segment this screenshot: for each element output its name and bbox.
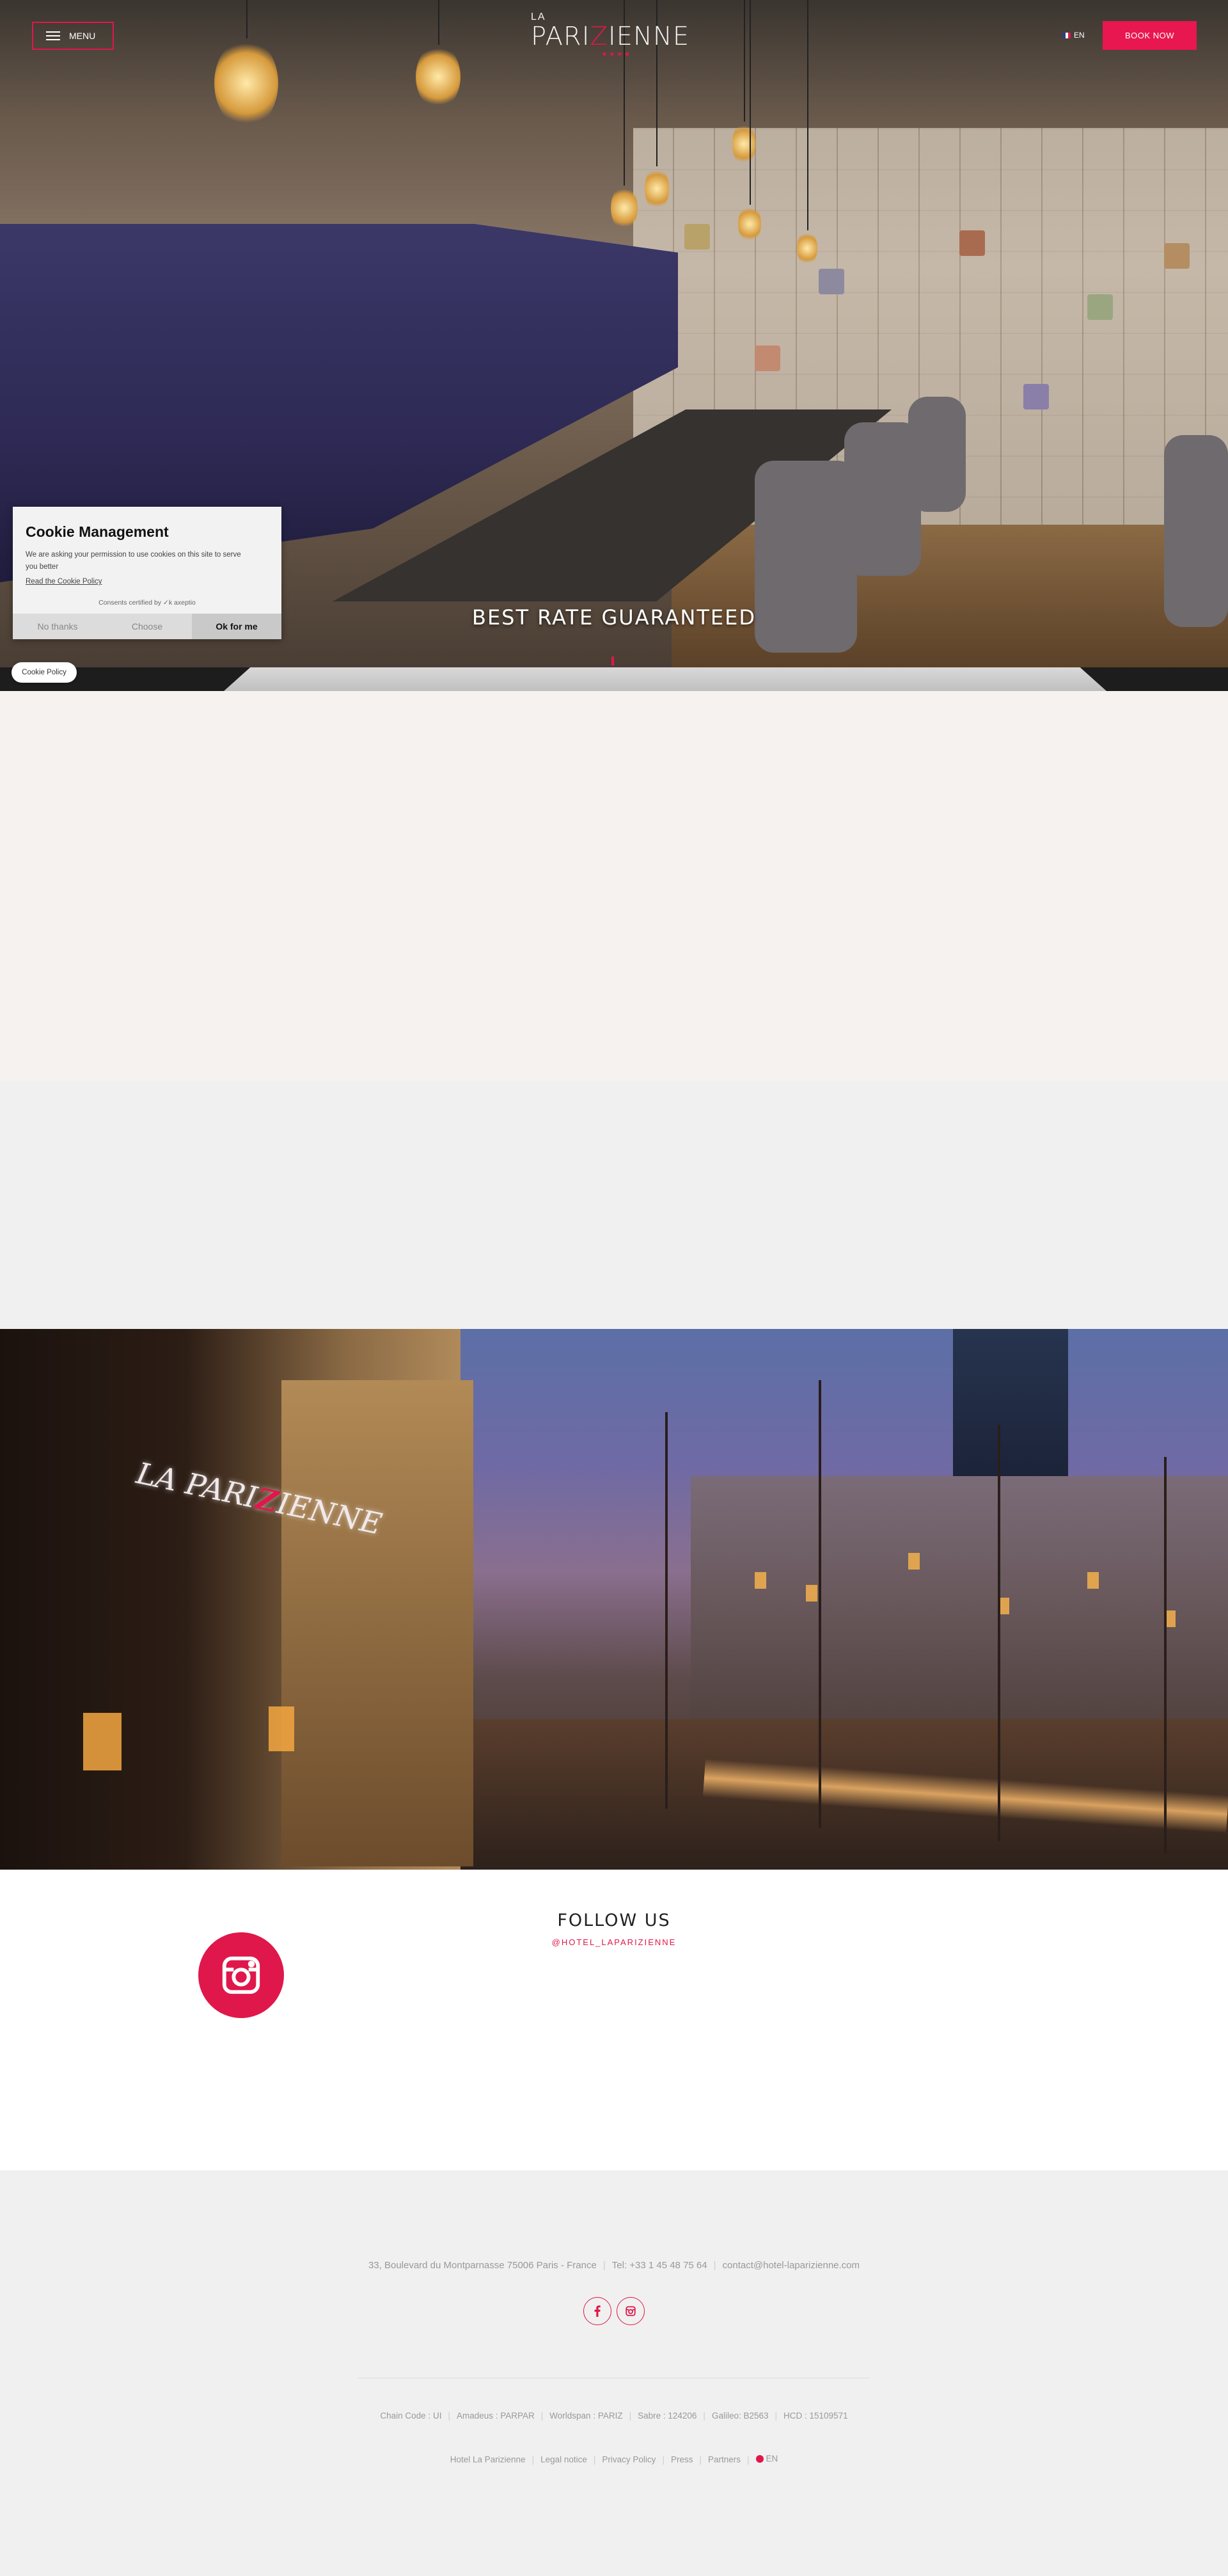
tower [953,1329,1068,1495]
pendant-bulb [416,45,460,109]
content-section-grey [0,1081,1228,1329]
cookie-banner: Cookie Management We are asking your per… [13,507,281,639]
cookie-policy-pill[interactable]: Cookie Policy [12,662,77,683]
cookie-buttons: No thanks Choose Ok for me [13,614,281,639]
pendant-bulb [645,166,669,211]
wall-tile [1023,384,1049,409]
pendant-bulb [611,186,638,230]
wall-tile [755,346,780,371]
logo[interactable]: LA PARIZIENNE ★★★★ [531,12,690,63]
lit-wall [281,1380,473,1866]
logo-main: PARIZIENNE [531,22,690,51]
facebook-icon[interactable] [583,2297,611,2325]
cookie-policy-link[interactable]: Read the Cookie Policy [26,578,102,585]
lamp-cord [750,0,751,205]
logo-stars: ★★★★ [601,51,632,58]
pendant-bulb [732,122,755,166]
lamp-cord [246,0,248,38]
tree [819,1380,821,1828]
email[interactable]: contact@hotel-laparizienne.com [723,2260,860,2271]
lamp-cord [807,0,808,230]
wall-tile [1164,243,1190,269]
footer-link-press[interactable]: Press [671,2455,693,2465]
wall-tile [959,230,985,256]
book-now-button[interactable]: BOOK NOW [1103,21,1197,50]
footer: 33, Boulevard du Montparnasse 75006 Pari… [0,2170,1228,2576]
chair [908,397,966,512]
no-thanks-button[interactable]: No thanks [13,614,102,639]
menu-label: MENU [69,31,96,41]
language-dot-icon [755,2454,764,2463]
pendant-bulb [738,205,761,243]
footer-links: Hotel La Parizienne | Legal notice | Privacy… [450,2454,778,2465]
window [806,1585,817,1602]
cookie-text: We are asking your permission to use coo… [26,551,241,571]
gds-codes: Chain Code : UI | Amadeus : PARPAR | Worldsp… [380,2411,848,2421]
language-label: EN [1074,31,1085,40]
footer-language[interactable]: EN [755,2454,778,2463]
wall-tile [684,224,710,250]
cookie-certified: Consents certified by ✓k axeptio [98,599,196,607]
footer-link-legal[interactable]: Legal notice [540,2455,587,2465]
instagram-icon[interactable] [198,1932,284,2018]
footer-contact: 33, Boulevard du Montparnasse 75006 Pari… [368,2260,860,2271]
wall-lamp [83,1713,122,1770]
pendant-bulb [797,230,817,266]
wall-tile [819,269,844,294]
tree [1164,1457,1167,1854]
window [1087,1572,1099,1589]
flag-icon [1063,32,1071,38]
footer-link-privacy[interactable]: Privacy Policy [602,2455,656,2465]
tree [665,1412,668,1809]
instagram-icon[interactable] [617,2297,645,2325]
cookie-title: Cookie Management [26,523,169,540]
follow-title: FOLLOW US [557,1911,671,1930]
choose-button[interactable]: Choose [102,614,192,639]
footer-link-partners[interactable]: Partners [708,2455,741,2465]
ok-for-me-button[interactable]: Ok for me [192,614,281,639]
follow-section: FOLLOW US @HOTEL_LAPARIZIENNE [0,1870,1228,2170]
phone[interactable]: Tel: +33 1 45 48 75 64 [612,2260,707,2271]
slider-strip-light [224,667,1106,691]
content-section-beige [0,691,1228,1081]
language-switcher[interactable]: EN [1063,31,1085,40]
wall-tile [1087,294,1113,320]
window [908,1553,920,1570]
address: 33, Boulevard du Montparnasse 75006 Pari… [368,2260,597,2271]
lamp-cord [438,0,439,45]
lamp-cord [744,0,745,122]
slider-indicator[interactable] [611,656,614,665]
window [755,1572,766,1589]
wall-lamp [269,1706,294,1751]
chair [1164,435,1228,627]
menu-button[interactable]: MENU [32,22,114,50]
tree [998,1425,1000,1841]
instagram-handle[interactable]: @HOTEL_LAPARIZIENNE [0,1937,1228,1947]
pendant-bulb [214,38,278,128]
hamburger-icon [46,31,60,40]
footer-link-hotel[interactable]: Hotel La Parizienne [450,2455,526,2465]
social-links [583,2297,645,2325]
hotel-street-photo [0,1329,1228,1870]
